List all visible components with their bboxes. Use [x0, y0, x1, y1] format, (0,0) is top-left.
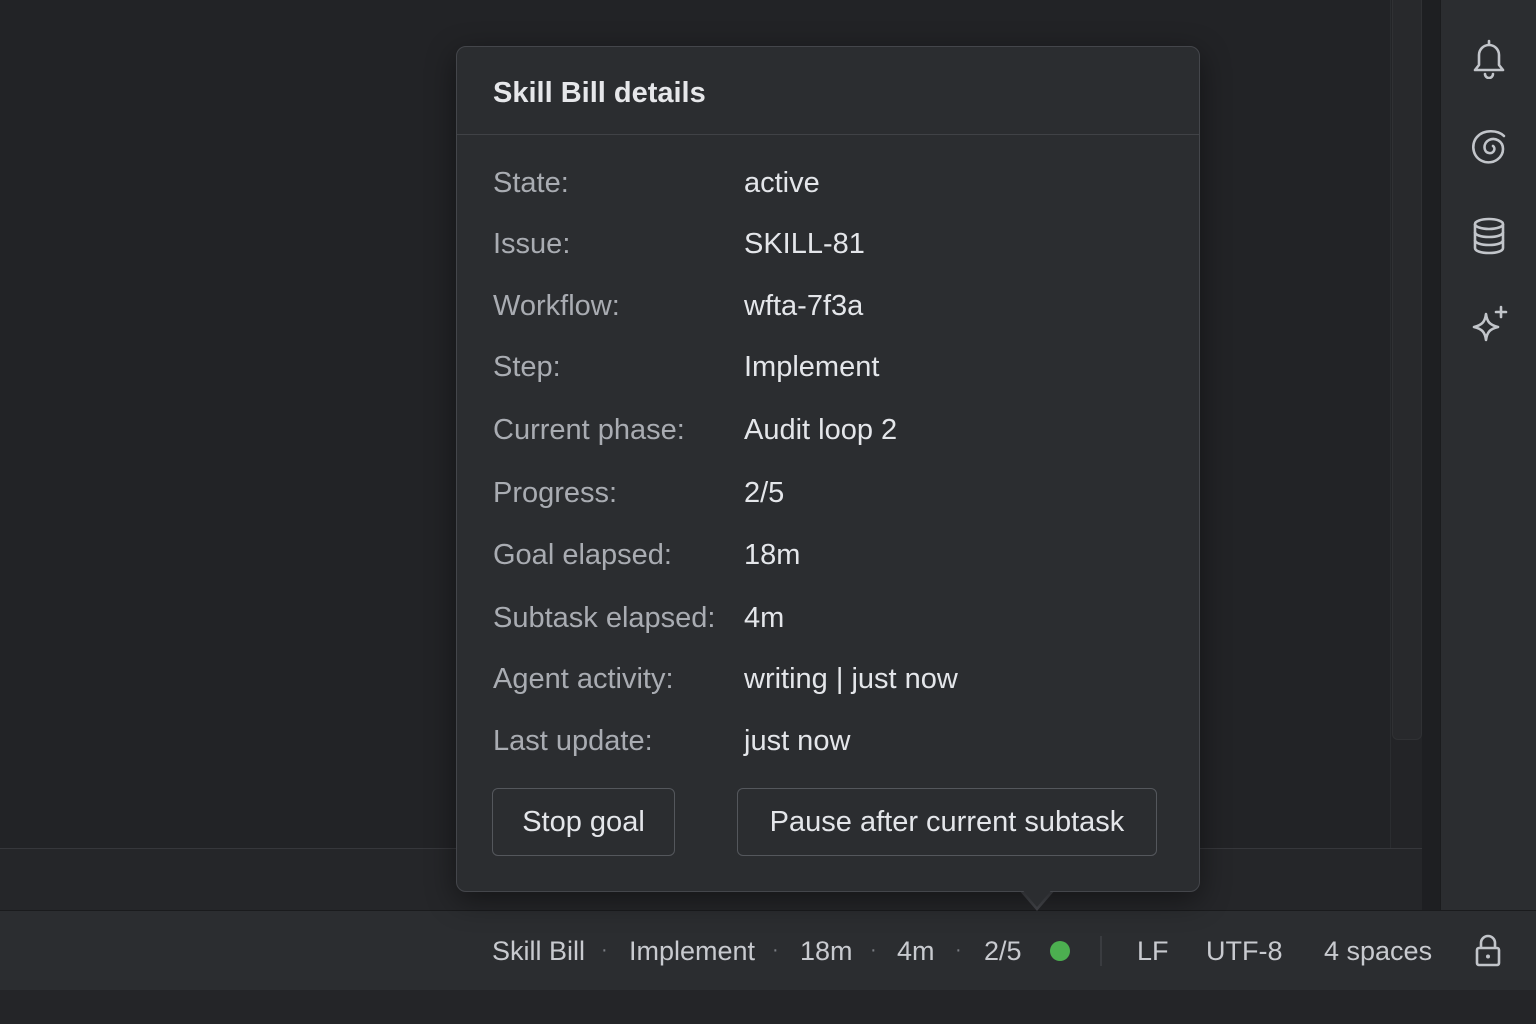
popup-title: Skill Bill details	[457, 47, 1199, 135]
spiral-icon	[1471, 129, 1506, 164]
detail-value: just now	[744, 725, 851, 757]
status-divider	[1100, 936, 1102, 966]
status-encoding[interactable]: UTF-8	[1206, 910, 1283, 990]
detail-label: Step:	[493, 351, 561, 383]
status-separator: ·	[955, 939, 962, 961]
skill-bill-details-popup: Skill Bill details State: active Issue: …	[456, 46, 1200, 892]
status-subtask-elapsed[interactable]: 4m	[897, 910, 935, 990]
right-tool-strip	[1440, 0, 1536, 910]
detail-value: 4m	[744, 602, 785, 634]
lock-icon[interactable]	[1472, 934, 1504, 968]
status-separator: ·	[601, 939, 608, 961]
status-active-indicator	[1050, 941, 1070, 961]
detail-label: Issue:	[493, 228, 571, 260]
detail-value: Implement	[744, 351, 880, 383]
detail-label: Workflow:	[493, 290, 620, 322]
status-bar-bottom-edge	[0, 990, 1536, 1024]
sparkle-icon	[1472, 305, 1508, 342]
status-progress[interactable]: 2/5	[984, 910, 1022, 990]
stop-goal-button[interactable]: Stop goal	[492, 788, 675, 856]
database-icon	[1473, 217, 1505, 255]
ide-window: Skill Bill · Implement · 18m · 4m · 2/5 …	[0, 0, 1536, 1024]
status-skill-bill-name[interactable]: Skill Bill	[492, 910, 585, 990]
status-step[interactable]: Implement	[629, 910, 755, 990]
detail-label: State:	[493, 167, 569, 199]
database-button[interactable]	[1467, 214, 1511, 258]
detail-value[interactable]: SKILL-81	[744, 224, 865, 264]
popup-pointer-fill	[1020, 887, 1054, 907]
detail-label: Agent activity:	[493, 663, 674, 695]
detail-label: Subtask elapsed:	[493, 602, 716, 634]
detail-value: active	[744, 167, 820, 199]
detail-value: writing | just now	[744, 663, 958, 695]
ai-sparkle-button[interactable]	[1467, 303, 1511, 347]
detail-value: 2/5	[744, 477, 785, 509]
detail-label: Last update:	[493, 725, 653, 757]
status-separator: ·	[772, 939, 779, 961]
notifications-button[interactable]	[1467, 36, 1511, 80]
detail-label: Current phase:	[493, 414, 685, 446]
editor-scrollbar-thumb[interactable]	[1392, 0, 1422, 740]
status-line-separator[interactable]: LF	[1137, 910, 1169, 990]
detail-label: Goal elapsed:	[493, 539, 672, 571]
status-bar	[0, 910, 1536, 990]
ai-assistant-button[interactable]	[1467, 125, 1511, 169]
status-goal-elapsed[interactable]: 18m	[800, 910, 853, 990]
status-separator: ·	[870, 939, 877, 961]
status-indent[interactable]: 4 spaces	[1324, 910, 1432, 990]
detail-value: Audit loop 2	[744, 414, 898, 446]
pause-after-subtask-button[interactable]: Pause after current subtask	[737, 788, 1157, 856]
detail-value: 18m	[744, 539, 801, 571]
bell-icon	[1473, 39, 1505, 79]
detail-label: Progress:	[493, 477, 618, 509]
detail-value: wfta-7f3a	[744, 290, 864, 322]
